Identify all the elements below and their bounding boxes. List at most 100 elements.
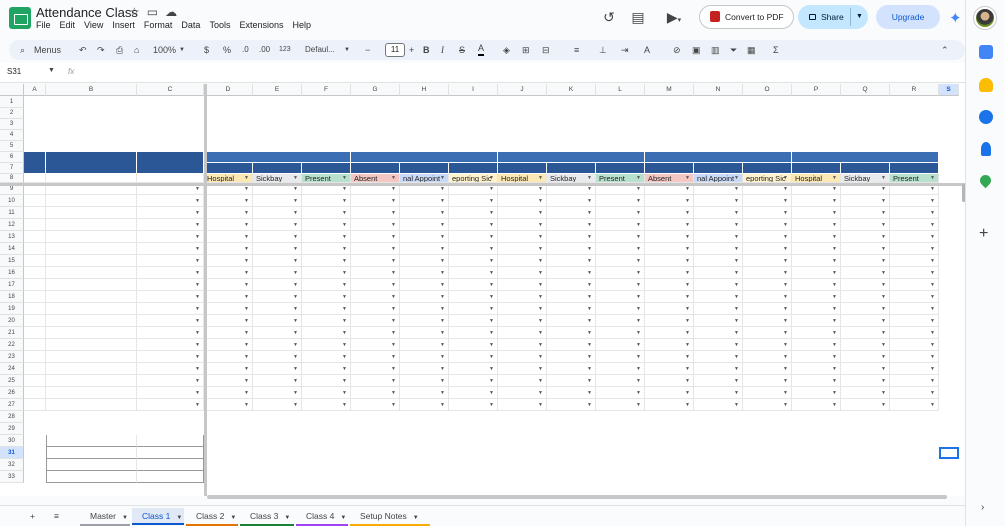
dropdown-arrow-icon[interactable]: ▼ — [293, 327, 298, 338]
star-icon[interactable]: ☆ — [129, 5, 140, 19]
dropdown-arrow-icon[interactable]: ▼ — [244, 303, 249, 314]
designated-teacher-value[interactable] — [305, 130, 585, 141]
dropdown-arrow-icon[interactable]: ▼ — [195, 291, 200, 302]
dropdown-arrow-icon[interactable]: ▼ — [538, 303, 543, 314]
attendance-select[interactable]: ▼ — [498, 387, 547, 399]
dropdown-arrow-icon[interactable]: ▼ — [636, 303, 641, 314]
dropdown-arrow-icon[interactable]: ▼ — [244, 195, 249, 206]
dropdown-arrow-icon[interactable]: ▼ — [587, 267, 592, 278]
dropdown-arrow-icon[interactable]: ▼ — [930, 279, 935, 290]
attendance-select[interactable]: ▼ — [449, 327, 498, 339]
attendance-select[interactable]: ▼ — [547, 387, 596, 399]
dropdown-arrow-icon[interactable]: ▼ — [293, 174, 298, 182]
attendance-select[interactable]: ▼ — [890, 315, 939, 327]
attendance-select[interactable]: ▼ — [743, 339, 792, 351]
dropdown-arrow-icon[interactable]: ▼ — [440, 339, 445, 350]
attendance-select[interactable]: ▼ — [694, 279, 743, 291]
dropdown-arrow-icon[interactable]: ▼ — [391, 174, 396, 182]
merge-cells-icon[interactable]: ⊟ — [542, 43, 550, 57]
dropdown-arrow-icon[interactable]: ▼ — [636, 243, 641, 254]
rank-select[interactable]: ▼ — [137, 219, 204, 231]
attendance-select[interactable]: ▼ — [890, 291, 939, 303]
row-header[interactable]: 28 — [0, 411, 24, 423]
attendance-select[interactable]: ▼ — [890, 219, 939, 231]
attendance-select[interactable]: ▼ — [547, 255, 596, 267]
attendance-select[interactable]: ▼ — [694, 351, 743, 363]
dropdown-arrow-icon[interactable]: ▼ — [538, 399, 543, 410]
percent-format-button[interactable]: % — [223, 43, 231, 57]
share-dropdown-icon[interactable]: ▼ — [856, 5, 863, 29]
row-header[interactable]: 14 — [0, 243, 24, 255]
attendance-select[interactable]: Absent ▼ — [351, 174, 400, 183]
attendance-select[interactable]: ▼ — [596, 195, 645, 207]
dropdown-arrow-icon[interactable]: ▼ — [391, 327, 396, 338]
dropdown-arrow-icon[interactable]: ▼ — [440, 195, 445, 206]
attendance-select[interactable]: Hospital ▼ — [204, 174, 253, 183]
dropdown-arrow-icon[interactable]: ▼ — [685, 279, 690, 290]
font-family-select[interactable]: Defaul... — [305, 43, 335, 57]
dropdown-arrow-icon[interactable]: ▼ — [538, 231, 543, 242]
dropdown-arrow-icon[interactable]: ▼ — [244, 243, 249, 254]
attendance-select[interactable]: ▼ — [351, 195, 400, 207]
row-header[interactable]: 8 — [0, 174, 24, 183]
attendance-select[interactable]: ▼ — [890, 231, 939, 243]
dropdown-arrow-icon[interactable]: ▼ — [832, 339, 837, 350]
column-header[interactable]: J — [498, 84, 547, 96]
menu-insert[interactable]: Insert — [112, 20, 135, 30]
functions-icon[interactable]: Σ — [773, 43, 779, 57]
dropdown-arrow-icon[interactable]: ▼ — [391, 303, 396, 314]
dropdown-arrow-icon[interactable]: ▼ — [685, 363, 690, 374]
attendance-select[interactable]: ▼ — [253, 243, 302, 255]
attendance-select[interactable]: ▼ — [743, 387, 792, 399]
version-history-icon[interactable]: ↺ — [600, 8, 618, 26]
dropdown-arrow-icon[interactable]: ▼ — [195, 363, 200, 374]
attendance-select[interactable]: ▼ — [841, 243, 890, 255]
dropdown-arrow-icon[interactable]: ▼ — [195, 255, 200, 266]
menu-edit[interactable]: Edit — [60, 20, 76, 30]
attendee-name-cell[interactable] — [46, 267, 137, 279]
attendee-name-cell[interactable] — [46, 315, 137, 327]
attendance-select[interactable]: ▼ — [547, 399, 596, 411]
dropdown-arrow-icon[interactable]: ▼ — [685, 291, 690, 302]
dropdown-arrow-icon[interactable]: ▼ — [832, 303, 837, 314]
column-header[interactable]: R — [890, 84, 939, 96]
dropdown-arrow-icon[interactable]: ▼ — [244, 375, 249, 386]
insert-chart-icon[interactable]: ▥ — [711, 43, 720, 57]
menu-data[interactable]: Data — [181, 20, 200, 30]
dropdown-arrow-icon[interactable]: ▼ — [391, 195, 396, 206]
dropdown-arrow-icon[interactable]: ▼ — [489, 291, 494, 302]
dropdown-arrow-icon[interactable]: ▼ — [538, 255, 543, 266]
dropdown-arrow-icon[interactable]: ▼ — [734, 339, 739, 350]
rank-select[interactable]: ▼ — [137, 195, 204, 207]
attendance-select[interactable]: ▼ — [792, 219, 841, 231]
frozen-row-divider[interactable] — [0, 183, 965, 186]
attendance-select[interactable]: ▼ — [204, 303, 253, 315]
spreadsheet-grid[interactable]: A B C D E F G H I J K L M N O P Q R S 1 2 3 4 5 6 7 8 9 10 11 12 13 14 15… — [0, 84, 965, 496]
attendance-select[interactable]: ▼ — [890, 363, 939, 375]
attendance-select[interactable]: ▼ — [253, 291, 302, 303]
dropdown-arrow-icon[interactable]: ▼ — [195, 351, 200, 362]
attendance-select[interactable]: ▼ — [498, 195, 547, 207]
attendance-select[interactable]: ▼ — [547, 207, 596, 219]
attendance-select[interactable]: ▼ — [351, 231, 400, 243]
dropdown-arrow-icon[interactable]: ▼ — [489, 303, 494, 314]
dropdown-arrow-icon[interactable]: ▼ — [293, 387, 298, 398]
dropdown-arrow-icon[interactable]: ▼ — [244, 315, 249, 326]
column-header[interactable]: G — [351, 84, 400, 96]
dropdown-arrow-icon[interactable]: ▼ — [538, 195, 543, 206]
dropdown-arrow-icon[interactable]: ▼ — [832, 279, 837, 290]
dropdown-arrow-icon[interactable]: ▼ — [685, 399, 690, 410]
attendance-select[interactable]: ▼ — [841, 279, 890, 291]
column-header[interactable]: K — [547, 84, 596, 96]
attendance-select[interactable]: nal Appoint ▼ — [694, 174, 743, 183]
attendance-select[interactable]: ▼ — [302, 219, 351, 231]
dropdown-arrow-icon[interactable]: ▼ — [930, 315, 935, 326]
dropdown-arrow-icon[interactable]: ▼ — [930, 231, 935, 242]
row-header[interactable]: 30 — [0, 435, 24, 447]
attendance-select[interactable]: ▼ — [792, 327, 841, 339]
attendance-select[interactable]: ▼ — [694, 339, 743, 351]
dropdown-arrow-icon[interactable]: ▼ — [244, 327, 249, 338]
meet-icon[interactable]: ▶▾ — [661, 8, 687, 26]
dropdown-arrow-icon[interactable]: ▼ — [587, 327, 592, 338]
attendance-select[interactable]: ▼ — [841, 363, 890, 375]
